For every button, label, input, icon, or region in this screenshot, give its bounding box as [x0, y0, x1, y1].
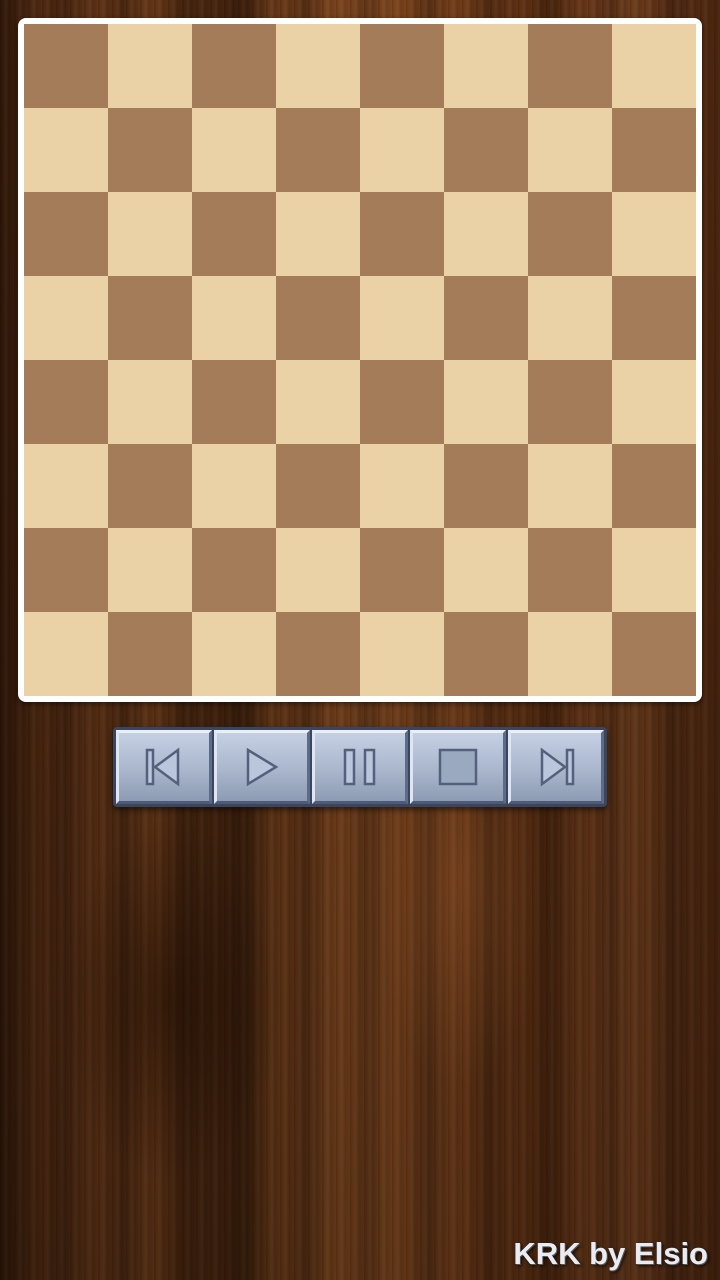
play-button[interactable]	[214, 730, 310, 804]
board-square-c4[interactable]	[192, 360, 276, 444]
board-square-b1[interactable]	[108, 612, 192, 696]
board-square-h8[interactable]	[612, 24, 696, 108]
board-square-b7[interactable]	[108, 108, 192, 192]
board-square-b2[interactable]	[108, 528, 192, 612]
board-square-c7[interactable]	[192, 108, 276, 192]
board-square-f8[interactable]	[444, 24, 528, 108]
board-square-b5[interactable]	[108, 276, 192, 360]
board-square-a3[interactable]	[24, 444, 108, 528]
board-square-c2[interactable]	[192, 528, 276, 612]
board-square-a5[interactable]	[24, 276, 108, 360]
board-square-b3[interactable]	[108, 444, 192, 528]
board-square-e3[interactable]	[360, 444, 444, 528]
board-square-g5[interactable]	[528, 276, 612, 360]
board-square-b4[interactable]	[108, 360, 192, 444]
chessboard-frame	[18, 18, 702, 702]
board-square-e6[interactable]	[360, 192, 444, 276]
board-square-h5[interactable]	[612, 276, 696, 360]
board-square-f4[interactable]	[444, 360, 528, 444]
board-square-e7[interactable]	[360, 108, 444, 192]
board-square-f5[interactable]	[444, 276, 528, 360]
board-square-d2[interactable]	[276, 528, 360, 612]
board-square-c5[interactable]	[192, 276, 276, 360]
board-square-d4[interactable]	[276, 360, 360, 444]
board-square-b6[interactable]	[108, 192, 192, 276]
board-square-h3[interactable]	[612, 444, 696, 528]
board-square-g1[interactable]	[528, 612, 612, 696]
credit-text: KRK by Elsio	[513, 1236, 708, 1271]
stop-icon	[438, 748, 478, 786]
board-square-a8[interactable]	[24, 24, 108, 108]
stop-button[interactable]	[410, 730, 506, 804]
board-square-h2[interactable]	[612, 528, 696, 612]
board-square-e8[interactable]	[360, 24, 444, 108]
board-square-e5[interactable]	[360, 276, 444, 360]
board-square-h4[interactable]	[612, 360, 696, 444]
board-square-f6[interactable]	[444, 192, 528, 276]
board-square-d8[interactable]	[276, 24, 360, 108]
board-square-g6[interactable]	[528, 192, 612, 276]
board-square-g4[interactable]	[528, 360, 612, 444]
skip-to-end-icon	[540, 747, 575, 787]
first-move-button[interactable]	[116, 730, 212, 804]
pause-button[interactable]	[312, 730, 408, 804]
board-square-e4[interactable]	[360, 360, 444, 444]
board-square-g2[interactable]	[528, 528, 612, 612]
board-square-g8[interactable]	[528, 24, 612, 108]
board-square-f1[interactable]	[444, 612, 528, 696]
chessboard[interactable]	[24, 24, 696, 696]
board-square-a4[interactable]	[24, 360, 108, 444]
last-move-button[interactable]	[508, 730, 604, 804]
board-square-f7[interactable]	[444, 108, 528, 192]
pause-icon	[343, 748, 376, 786]
board-square-d6[interactable]	[276, 192, 360, 276]
board-square-c8[interactable]	[192, 24, 276, 108]
board-square-a7[interactable]	[24, 108, 108, 192]
board-square-b8[interactable]	[108, 24, 192, 108]
board-square-c3[interactable]	[192, 444, 276, 528]
board-square-c1[interactable]	[192, 612, 276, 696]
board-square-e1[interactable]	[360, 612, 444, 696]
playback-controls	[113, 727, 607, 807]
play-icon	[246, 747, 279, 787]
board-square-e2[interactable]	[360, 528, 444, 612]
board-square-a2[interactable]	[24, 528, 108, 612]
board-square-g3[interactable]	[528, 444, 612, 528]
board-square-g7[interactable]	[528, 108, 612, 192]
board-square-d5[interactable]	[276, 276, 360, 360]
board-square-d7[interactable]	[276, 108, 360, 192]
board-square-a6[interactable]	[24, 192, 108, 276]
board-square-f2[interactable]	[444, 528, 528, 612]
board-square-h6[interactable]	[612, 192, 696, 276]
board-square-a1[interactable]	[24, 612, 108, 696]
board-square-c6[interactable]	[192, 192, 276, 276]
board-square-d1[interactable]	[276, 612, 360, 696]
board-square-h1[interactable]	[612, 612, 696, 696]
board-square-d3[interactable]	[276, 444, 360, 528]
skip-to-start-icon	[145, 747, 180, 787]
board-square-f3[interactable]	[444, 444, 528, 528]
board-square-h7[interactable]	[612, 108, 696, 192]
